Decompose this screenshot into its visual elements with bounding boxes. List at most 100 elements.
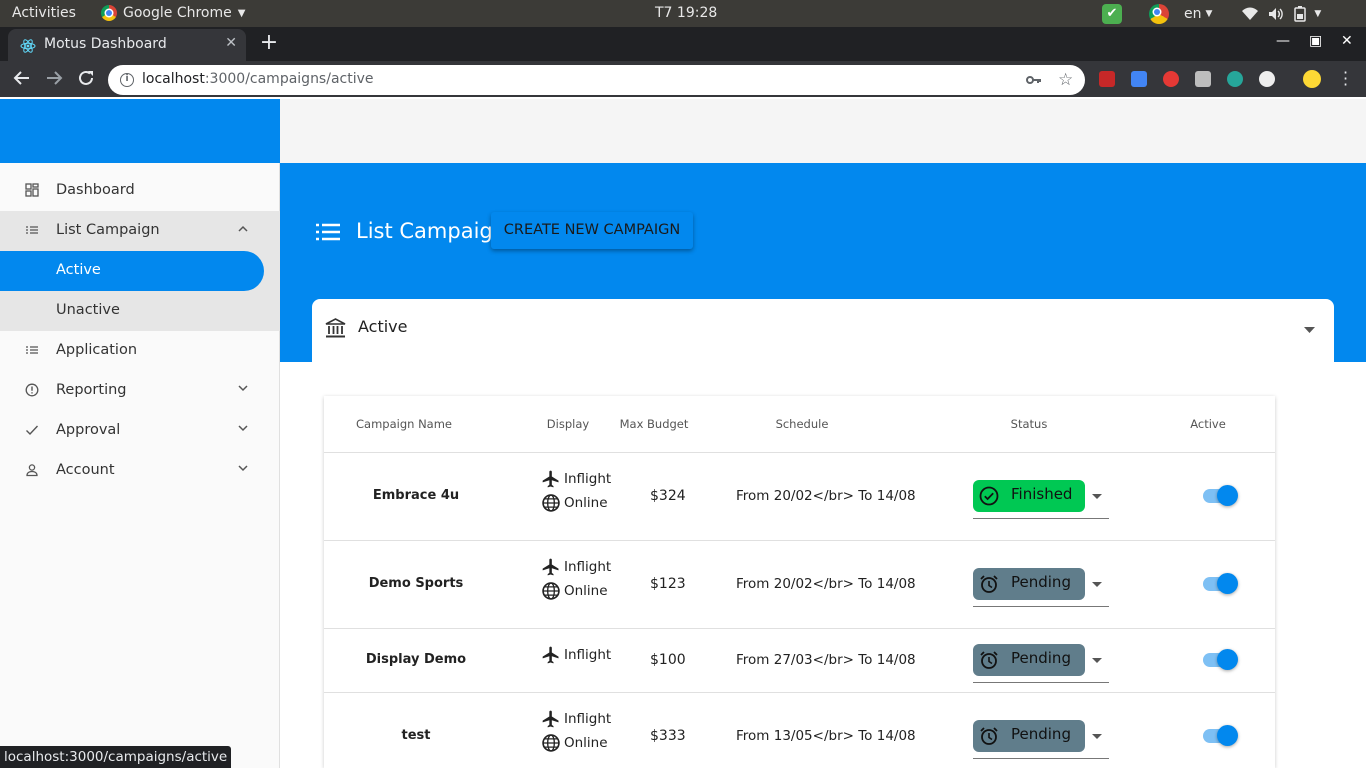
update-check-icon[interactable]: ✔ xyxy=(1102,3,1122,24)
system-top-bar: Activities Google Chrome ▼ T7 19:28 ✔ en… xyxy=(0,0,1366,27)
chevron-down-icon[interactable]: ▼ xyxy=(1314,9,1321,19)
card-title: Active xyxy=(358,317,408,336)
sidebar-item-label: Approval xyxy=(56,422,121,438)
translate-extension-icon[interactable] xyxy=(1131,71,1147,87)
airplane-icon xyxy=(540,709,562,729)
sidebar-item-reporting[interactable]: Reporting xyxy=(0,371,280,411)
site-info-icon[interactable]: i xyxy=(120,73,134,87)
status-label: Pending xyxy=(1011,573,1071,591)
back-icon[interactable] xyxy=(13,69,31,87)
toggle-knob xyxy=(1217,649,1238,670)
active-toggle[interactable] xyxy=(1203,725,1238,746)
reload-icon[interactable] xyxy=(77,69,95,87)
wifi-icon[interactable] xyxy=(1242,7,1259,21)
chevron-down-icon xyxy=(238,425,248,432)
sidebar-item-label: Application xyxy=(56,342,138,358)
campaign-name: Display Demo xyxy=(365,652,467,667)
chrome-menu-icon[interactable]: · · · xyxy=(1343,65,1348,93)
app-menu[interactable]: Google Chrome ▼ xyxy=(101,5,245,21)
key-icon[interactable] xyxy=(1026,73,1042,87)
alarm-clock-icon xyxy=(979,726,999,746)
status-dropdown-caret-icon[interactable] xyxy=(1092,734,1102,739)
max-budget: $333 xyxy=(650,728,686,744)
row-divider xyxy=(324,692,1275,693)
close-tab-icon[interactable]: ✕ xyxy=(225,35,237,51)
address-bar[interactable]: i localhost:3000/campaigns/active ☆ xyxy=(108,65,1085,95)
maximize-icon[interactable]: ▣ xyxy=(1309,33,1322,49)
clock[interactable]: T7 19:28 xyxy=(655,5,717,21)
schedule: From 13/05</br> To 14/08 xyxy=(736,728,916,744)
sidebar-item-application[interactable]: Application xyxy=(0,331,280,371)
battery-icon[interactable] xyxy=(1294,5,1307,22)
toggle-knob xyxy=(1217,485,1238,506)
minimize-icon[interactable]: — xyxy=(1276,33,1290,49)
max-budget: $123 xyxy=(650,576,686,592)
sidebar-item-approval[interactable]: Approval xyxy=(0,411,280,451)
check-icon xyxy=(25,423,39,437)
sidebar-item-account[interactable]: Account xyxy=(0,451,280,491)
display-label: Inflight xyxy=(564,711,612,727)
browser-toolbar: i localhost:3000/campaigns/active ☆ · · · xyxy=(0,61,1366,97)
sidebar-subitem-active[interactable]: Active xyxy=(0,251,264,291)
link-status-bubble: localhost:3000/campaigns/active xyxy=(0,746,232,768)
status-dropdown-caret-icon[interactable] xyxy=(1092,494,1102,499)
profile-avatar[interactable] xyxy=(1303,70,1321,88)
sidebar-item-list-campaign[interactable]: List Campaign xyxy=(0,211,280,251)
status-badge[interactable]: Pending xyxy=(973,720,1085,752)
language-indicator[interactable]: en ▼ xyxy=(1184,6,1212,22)
row-divider xyxy=(324,628,1275,629)
list-icon xyxy=(25,223,39,237)
volume-icon[interactable] xyxy=(1268,7,1284,21)
bank-icon xyxy=(325,318,346,338)
status-badge[interactable]: Finished xyxy=(973,480,1085,512)
display-inflight: Inflight xyxy=(540,645,611,665)
campaign-name: Demo Sports xyxy=(368,576,464,591)
status-badge[interactable]: Pending xyxy=(973,568,1085,600)
display-inflight: Inflight xyxy=(540,557,611,577)
extension-icon[interactable] xyxy=(1163,71,1179,87)
extension-icon[interactable] xyxy=(1195,71,1211,87)
activities-button[interactable]: Activities xyxy=(12,5,76,21)
chrome-tray-icon[interactable] xyxy=(1149,3,1169,24)
globe-icon xyxy=(540,733,562,753)
status-select-underline xyxy=(973,758,1109,759)
status-label: Pending xyxy=(1011,649,1071,667)
expand-caret-icon[interactable] xyxy=(1304,327,1315,333)
status-badge[interactable]: Pending xyxy=(973,644,1085,676)
chevron-down-icon xyxy=(238,385,248,392)
column-header-campaign-name: Campaign Name xyxy=(356,417,452,431)
toggle-knob xyxy=(1217,725,1238,746)
new-tab-button[interactable]: + xyxy=(256,32,282,56)
status-dropdown-caret-icon[interactable] xyxy=(1092,658,1102,663)
tab-title: Motus Dashboard xyxy=(44,36,167,52)
active-toggle[interactable] xyxy=(1203,573,1238,594)
extension-icon[interactable] xyxy=(1227,71,1243,87)
max-budget: $100 xyxy=(650,652,686,668)
info-icon xyxy=(25,383,39,397)
campaign-name: test xyxy=(401,728,431,743)
close-window-icon[interactable]: ✕ xyxy=(1341,33,1353,49)
status-dropdown-caret-icon[interactable] xyxy=(1092,582,1102,587)
list-icon xyxy=(25,343,39,357)
active-toggle[interactable] xyxy=(1203,649,1238,670)
display-online: Online xyxy=(540,493,608,513)
sidebar-item-dashboard[interactable]: Dashboard xyxy=(0,171,280,211)
bookmark-star-icon[interactable]: ☆ xyxy=(1058,70,1073,90)
sidebar-subitem-unactive[interactable]: Unactive xyxy=(0,291,280,331)
extension-icon[interactable] xyxy=(1099,71,1115,87)
extension-icon[interactable] xyxy=(1259,71,1275,87)
create-campaign-button[interactable]: CREATE NEW CAMPAIGN xyxy=(491,212,693,249)
schedule: From 20/02</br> To 14/08 xyxy=(736,576,916,592)
campaign-name: Embrace 4u xyxy=(372,488,460,503)
url-path: :3000/campaigns/active xyxy=(204,71,374,87)
sidebar-subitem-label: Unactive xyxy=(56,302,120,318)
url-text[interactable]: localhost:3000/campaigns/active xyxy=(142,71,374,87)
forward-icon[interactable] xyxy=(45,69,63,87)
active-toggle[interactable] xyxy=(1203,485,1238,506)
row-divider xyxy=(324,540,1275,541)
status-label: Pending xyxy=(1011,725,1071,743)
tab-motus-dashboard[interactable]: Motus Dashboard ✕ xyxy=(8,29,246,61)
toggle-knob xyxy=(1217,573,1238,594)
display-label: Inflight xyxy=(564,647,612,663)
chevron-up-icon xyxy=(238,225,248,232)
